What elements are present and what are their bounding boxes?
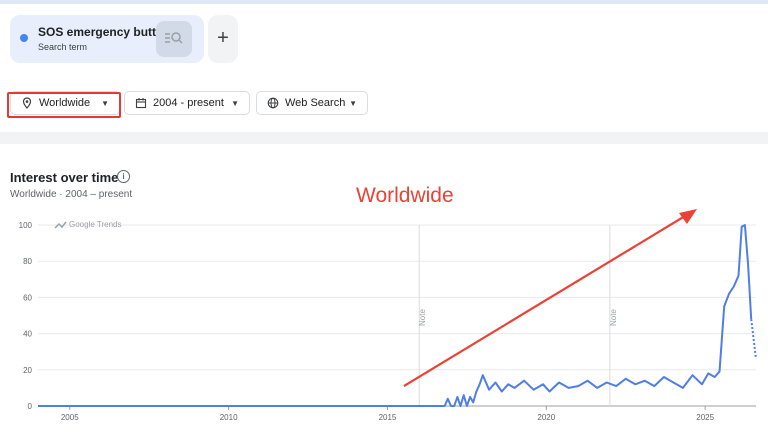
location-highlight-box: [7, 92, 121, 118]
x-tick-label: 2025: [696, 413, 714, 422]
date-range-label: 2004 - present: [153, 97, 224, 109]
search-term-card[interactable]: SOS emergency butto Search term: [10, 15, 204, 63]
series-color-dot: [20, 34, 28, 42]
search-type-filter[interactable]: Web Search ▼: [256, 91, 368, 115]
search-list-icon: [165, 32, 183, 44]
search-term-type: Search term: [38, 42, 88, 52]
x-axis-labels: 2005 2010 2015 2020 2025: [61, 406, 715, 422]
y-tick-label: 100: [19, 221, 33, 230]
add-comparison-button[interactable]: +: [208, 15, 238, 63]
y-tick-label: 20: [23, 366, 32, 375]
chevron-down-icon: ▼: [349, 98, 357, 108]
date-range-filter[interactable]: 2004 - present ▼: [124, 91, 250, 115]
note-label: Note: [418, 309, 427, 326]
annotation-arrow-line: [403, 212, 691, 387]
series-line: [38, 224, 753, 407]
search-term-name[interactable]: SOS emergency butto: [38, 25, 158, 39]
watermark-text: Google Trends: [69, 220, 121, 229]
x-tick-label: 2005: [61, 413, 79, 422]
arrowhead: [679, 209, 697, 224]
x-tick-label: 2010: [220, 413, 238, 422]
interest-over-time-card: Interest over time i Worldwide · 2004 – …: [0, 144, 768, 440]
chevron-down-icon: ▼: [231, 98, 239, 108]
y-axis-labels: 100 80 60 40 20 0: [19, 221, 33, 411]
search-type-label: Web Search: [285, 97, 346, 109]
y-tick-label: 60: [23, 293, 32, 302]
chart-grid: [38, 224, 756, 407]
x-tick-label: 2020: [537, 413, 555, 422]
note-label: Note: [609, 309, 618, 326]
partial-data-segment: [750, 319, 757, 360]
note-markers: Note Note: [418, 225, 618, 406]
y-tick-label: 0: [28, 402, 33, 411]
interest-chart[interactable]: 100806040200 2005 2010 2015 2020 2025 Note No…: [0, 144, 768, 440]
globe-icon: [267, 97, 279, 109]
y-tick-label: 40: [23, 330, 32, 339]
calendar-icon: [135, 98, 147, 109]
compare-icon-button[interactable]: [156, 21, 192, 57]
series-lines: [38, 224, 757, 407]
x-tick-label: 2015: [379, 413, 397, 422]
y-tick-label: 80: [23, 257, 32, 266]
